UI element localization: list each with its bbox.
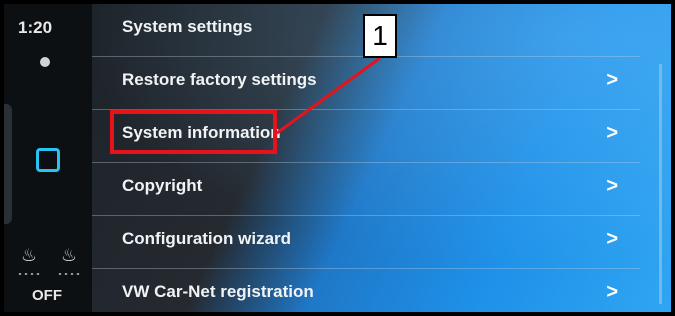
callout-number-badge: 1 — [363, 14, 397, 58]
callout-leader-line — [276, 56, 381, 135]
